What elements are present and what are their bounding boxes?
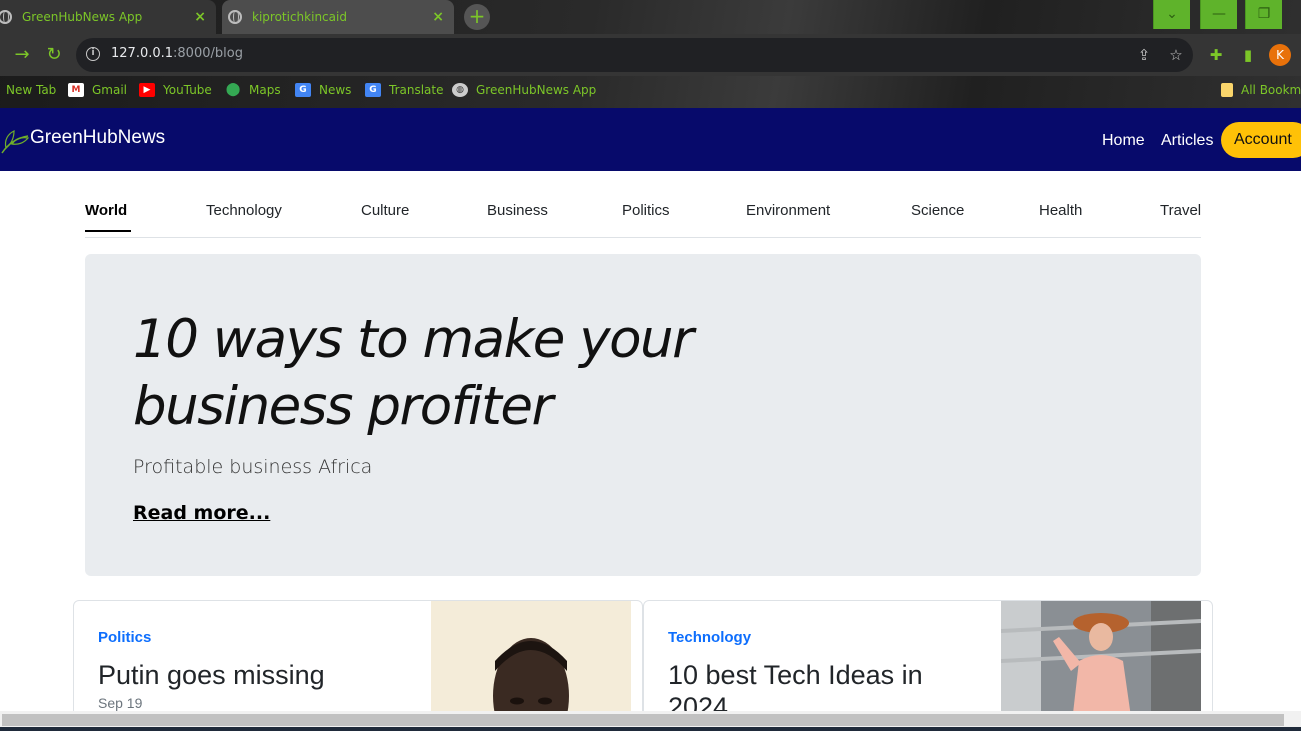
- tab-greenhubnews[interactable]: GreenHubNews App ×: [0, 0, 216, 34]
- folder-icon: [1221, 83, 1233, 97]
- globe-icon: [0, 10, 12, 24]
- tab-close-icon[interactable]: ×: [432, 9, 444, 25]
- bookmark-label: Maps: [249, 83, 281, 97]
- bookmark-translate[interactable]: G Translate: [365, 83, 444, 97]
- site-info-icon[interactable]: i: [86, 47, 100, 61]
- side-panel-icon[interactable]: ▮: [1237, 44, 1259, 66]
- url-text[interactable]: 127.0.0.1:8000/blog: [111, 46, 243, 61]
- bookmark-youtube[interactable]: ▶ YouTube: [139, 83, 212, 97]
- browser-toolbar: → ↻ i 127.0.0.1:8000/blog ⇪ ☆ ✚ ▮ K: [0, 34, 1301, 76]
- category-world[interactable]: World: [85, 202, 127, 219]
- forward-icon[interactable]: →: [10, 43, 34, 67]
- bookmark-new-tab[interactable]: New Tab: [6, 83, 56, 97]
- tab-strip: GreenHubNews App × kiprotichkincaid × + …: [0, 0, 1301, 34]
- nav-articles[interactable]: Articles: [1161, 132, 1213, 150]
- globe-icon: ◍: [452, 83, 468, 97]
- url-host: 127.0.0.1: [111, 46, 174, 61]
- leaf-logo-icon: [1, 130, 30, 154]
- tab-kiprotichkincaid[interactable]: kiprotichkincaid ×: [222, 0, 454, 34]
- minimize-button[interactable]: —: [1200, 0, 1237, 29]
- scrollbar-thumb[interactable]: [2, 714, 1284, 726]
- tab-close-icon[interactable]: ×: [194, 9, 206, 25]
- active-category-underline: [85, 230, 131, 232]
- bookmark-label: Gmail: [92, 83, 128, 97]
- category-travel[interactable]: Travel: [1160, 202, 1201, 219]
- category-politics[interactable]: Politics: [622, 202, 670, 219]
- hero-lead: Profitable business Africa: [133, 456, 373, 478]
- youtube-icon: ▶: [139, 83, 155, 97]
- hero-banner: 10 ways to make your business profiter P…: [85, 254, 1201, 576]
- bookmark-label: GreenHubNews App: [476, 83, 597, 97]
- account-button[interactable]: Account: [1221, 122, 1301, 158]
- browser-chrome: GreenHubNews App × kiprotichkincaid × + …: [0, 0, 1301, 108]
- share-icon[interactable]: ⇪: [1134, 45, 1154, 65]
- card-date: Sep 19: [98, 695, 143, 711]
- address-bar[interactable]: i 127.0.0.1:8000/blog ⇪ ☆: [76, 38, 1193, 72]
- translate-icon: G: [365, 83, 381, 97]
- new-tab-button[interactable]: +: [464, 4, 490, 30]
- nav-home[interactable]: Home: [1102, 132, 1145, 150]
- tab-search-icon[interactable]: ⌄: [1153, 0, 1190, 29]
- bookmark-label: New Tab: [6, 83, 57, 97]
- card-title[interactable]: Putin goes missing: [98, 659, 398, 691]
- tab-title: GreenHubNews App: [22, 10, 143, 24]
- bookmark-gmail[interactable]: M Gmail: [68, 83, 127, 97]
- gmail-icon: M: [68, 83, 84, 97]
- site-navbar: GreenHubNews Home Articles Account: [0, 108, 1301, 171]
- category-environment[interactable]: Environment: [746, 202, 830, 219]
- reload-icon[interactable]: ↻: [42, 43, 66, 67]
- bookmark-greenhubnews[interactable]: ◍ GreenHubNews App: [452, 83, 596, 97]
- globe-icon: [228, 10, 242, 24]
- category-science[interactable]: Science: [911, 202, 964, 219]
- bookmark-star-icon[interactable]: ☆: [1166, 45, 1186, 65]
- bookmark-label: Translate: [389, 83, 444, 97]
- category-business[interactable]: Business: [487, 202, 548, 219]
- bookmark-label: All Bookma: [1241, 83, 1301, 97]
- news-icon: G: [295, 83, 311, 97]
- bookmark-label: News: [319, 83, 352, 97]
- category-health[interactable]: Health: [1039, 202, 1082, 219]
- hero-title: 10 ways to make your business profiter: [133, 309, 694, 437]
- bookmark-news[interactable]: G News: [295, 83, 351, 97]
- extensions-icon[interactable]: ✚: [1205, 44, 1227, 66]
- bookmark-maps[interactable]: ⬤ Maps: [225, 82, 281, 98]
- profile-avatar[interactable]: K: [1269, 44, 1291, 66]
- url-path: :8000/blog: [173, 46, 243, 61]
- maps-icon: ⬤: [225, 82, 241, 97]
- category-nav: World Technology Culture Business Politi…: [85, 195, 1201, 238]
- read-more-link[interactable]: Read more...: [133, 502, 270, 524]
- taskbar-edge: [0, 727, 1301, 731]
- card-category: Technology: [668, 629, 752, 646]
- bookmark-label: YouTube: [163, 83, 212, 97]
- bookmarks-bar: New Tab M Gmail ▶ YouTube ⬤ Maps G News …: [0, 76, 1301, 108]
- category-culture[interactable]: Culture: [361, 202, 409, 219]
- tab-title: kiprotichkincaid: [252, 10, 347, 24]
- brand-name[interactable]: GreenHubNews: [30, 127, 165, 149]
- category-technology[interactable]: Technology: [206, 202, 282, 219]
- all-bookmarks[interactable]: All Bookma: [1221, 83, 1301, 97]
- restore-button[interactable]: ❐: [1245, 0, 1282, 29]
- card-category: Politics: [98, 629, 152, 646]
